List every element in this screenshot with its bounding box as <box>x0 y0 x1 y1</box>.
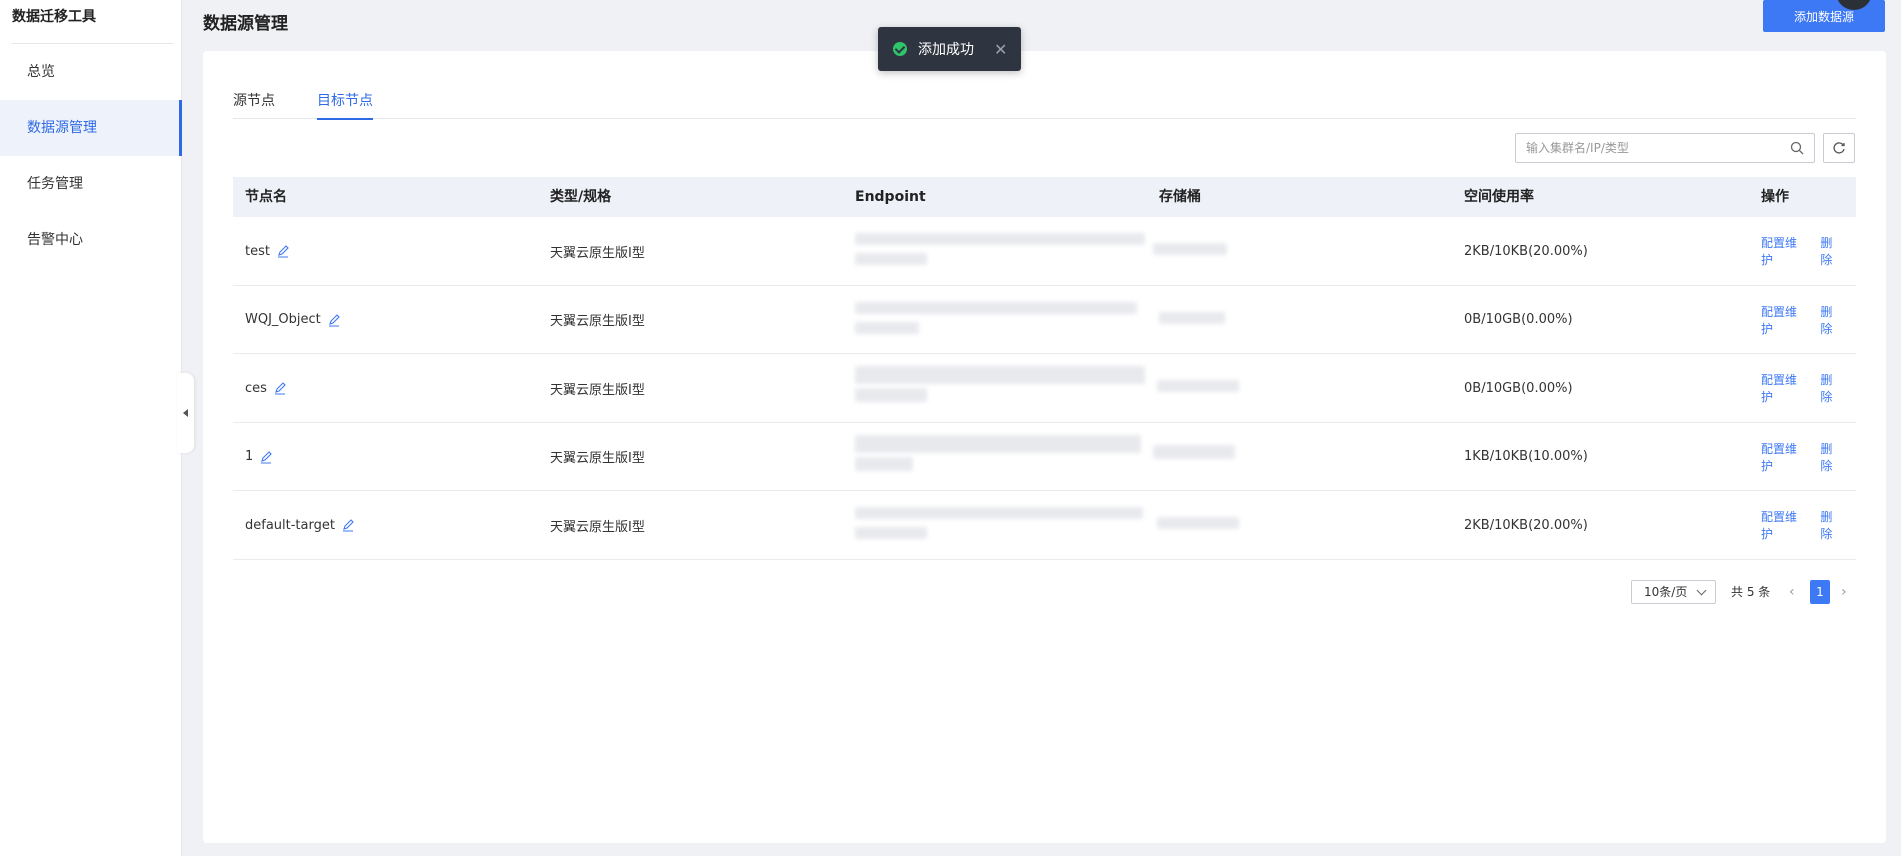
bucket-redacted <box>1157 380 1239 393</box>
main-card: 源节点 目标节点 节点名 类型/规格 Endpoint 存储桶 空间使用率 操作… <box>203 51 1886 843</box>
node-type: 天翼云原生版I型 <box>550 314 645 330</box>
endpoint-redacted <box>855 527 927 540</box>
sidebar: 数据迁移工具 总览 数据源管理 任务管理 告警中心 <box>0 0 182 856</box>
edit-icon[interactable] <box>273 381 287 395</box>
page-size-select[interactable]: 10条/页 <box>1631 580 1716 604</box>
next-page-button[interactable]: › <box>1841 580 1853 604</box>
tab-source-nodes[interactable]: 源节点 <box>233 90 275 118</box>
node-name: test <box>245 243 270 259</box>
endpoint-redacted <box>855 507 1143 520</box>
sidebar-item-alerts[interactable]: 告警中心 <box>0 212 182 268</box>
column-header-name: 节点名 <box>245 189 287 205</box>
node-name-cell: test <box>245 217 290 285</box>
endpoint-redacted <box>855 301 1137 314</box>
refresh-button[interactable] <box>1823 133 1855 163</box>
node-name: ces <box>245 380 267 396</box>
table-header: 节点名 类型/规格 Endpoint 存储桶 空间使用率 操作 <box>233 177 1856 217</box>
node-name-cell: WQJ_Object <box>245 286 341 354</box>
success-toast: 添加成功 ✕ <box>878 27 1021 71</box>
check-circle-icon <box>893 42 907 56</box>
table-row: WQJ_Object 天翼云原生版I型 0B/10GB(0.00%) 配置维护 … <box>233 286 1856 355</box>
actions-cell: 配置维护 删除 <box>1761 354 1856 422</box>
edit-icon[interactable] <box>276 244 290 258</box>
delete-link[interactable]: 删除 <box>1820 508 1844 542</box>
delete-link[interactable]: 删除 <box>1820 303 1844 337</box>
space-usage: 0B/10GB(0.00%) <box>1464 380 1573 396</box>
node-type: 天翼云原生版I型 <box>550 382 645 398</box>
configure-link[interactable]: 配置维护 <box>1761 371 1808 405</box>
endpoint-redacted <box>855 233 1145 245</box>
delete-link[interactable]: 删除 <box>1820 371 1844 405</box>
datasource-table: 节点名 类型/规格 Endpoint 存储桶 空间使用率 操作 test 天翼云… <box>233 177 1856 560</box>
tab-target-nodes[interactable]: 目标节点 <box>317 90 373 120</box>
node-type: 天翼云原生版I型 <box>550 451 645 467</box>
close-icon[interactable]: ✕ <box>994 40 1007 59</box>
node-type: 天翼云原生版I型 <box>550 519 645 535</box>
column-header-usage: 空间使用率 <box>1464 189 1534 205</box>
configure-link[interactable]: 配置维护 <box>1761 234 1808 268</box>
bucket-redacted <box>1159 311 1225 324</box>
delete-link[interactable]: 删除 <box>1820 234 1844 268</box>
caret-left-icon <box>183 409 188 417</box>
table-row: default-target 天翼云原生版I型 2KB/10KB(20.00%)… <box>233 491 1856 560</box>
refresh-icon <box>1833 142 1845 154</box>
endpoint-redacted <box>855 253 927 265</box>
bucket-redacted <box>1153 444 1235 459</box>
node-type: 天翼云原生版I型 <box>550 245 645 261</box>
bucket-redacted <box>1153 243 1227 255</box>
column-header-bucket: 存储桶 <box>1159 189 1201 205</box>
bucket-redacted <box>1157 517 1239 530</box>
total-count: 共 5 条 <box>1731 585 1771 599</box>
app-title: 数据迁移工具 <box>12 9 96 25</box>
page-size-value: 10条/页 <box>1644 585 1688 599</box>
actions-cell: 配置维护 删除 <box>1761 217 1856 285</box>
sidebar-item-tasks[interactable]: 任务管理 <box>0 156 182 212</box>
space-usage: 0B/10GB(0.00%) <box>1464 312 1573 328</box>
space-usage: 2KB/10KB(20.00%) <box>1464 243 1588 259</box>
endpoint-redacted <box>855 321 919 334</box>
delete-link[interactable]: 删除 <box>1820 440 1844 474</box>
endpoint-redacted <box>855 366 1145 385</box>
prev-page-button[interactable]: ‹ <box>1789 580 1801 604</box>
column-header-endpoint: Endpoint <box>855 189 926 205</box>
column-header-type: 类型/规格 <box>550 189 612 205</box>
search-input[interactable] <box>1516 134 1781 162</box>
node-name: 1 <box>245 449 254 465</box>
edit-icon[interactable] <box>327 313 341 327</box>
search-box <box>1515 133 1815 163</box>
node-name: default-target <box>245 517 335 533</box>
sidebar-item-overview[interactable]: 总览 <box>0 44 182 100</box>
edit-icon[interactable] <box>259 450 273 464</box>
endpoint-redacted <box>855 434 1141 453</box>
column-header-actions: 操作 <box>1761 189 1789 205</box>
configure-link[interactable]: 配置维护 <box>1761 508 1808 542</box>
space-usage: 2KB/10KB(20.00%) <box>1464 517 1588 533</box>
table-row: 1 天翼云原生版I型 1KB/10KB(10.00%) 配置维护 删除 <box>233 423 1856 492</box>
tab-bar: 源节点 目标节点 <box>233 81 1856 120</box>
node-name-cell: default-target <box>245 491 355 559</box>
node-name-cell: ces <box>245 354 287 422</box>
search-icon[interactable] <box>1790 141 1804 155</box>
chevron-down-icon <box>1696 585 1707 596</box>
edit-icon[interactable] <box>341 518 355 532</box>
table-row: test 天翼云原生版I型 2KB/10KB(20.00%) 配置维护 删除 <box>233 217 1856 286</box>
actions-cell: 配置维护 删除 <box>1761 423 1856 491</box>
sidebar-item-datasource[interactable]: 数据源管理 <box>0 100 182 156</box>
actions-cell: 配置维护 删除 <box>1761 286 1856 354</box>
node-name: WQJ_Object <box>245 312 321 328</box>
add-datasource-button[interactable]: 添加数据源 <box>1763 0 1885 32</box>
page-title: 数据源管理 <box>203 14 288 34</box>
space-usage: 1KB/10KB(10.00%) <box>1464 449 1588 465</box>
page-number-current[interactable]: 1 <box>1810 580 1830 604</box>
configure-link[interactable]: 配置维护 <box>1761 440 1808 474</box>
configure-link[interactable]: 配置维护 <box>1761 303 1808 337</box>
node-name-cell: 1 <box>245 423 273 491</box>
endpoint-redacted <box>855 388 927 403</box>
toast-message: 添加成功 <box>918 42 974 58</box>
endpoint-redacted <box>855 456 913 471</box>
table-row: ces 天翼云原生版I型 0B/10GB(0.00%) 配置维护 删除 <box>233 354 1856 423</box>
actions-cell: 配置维护 删除 <box>1761 491 1856 559</box>
sidebar-collapse-handle[interactable] <box>177 373 194 453</box>
